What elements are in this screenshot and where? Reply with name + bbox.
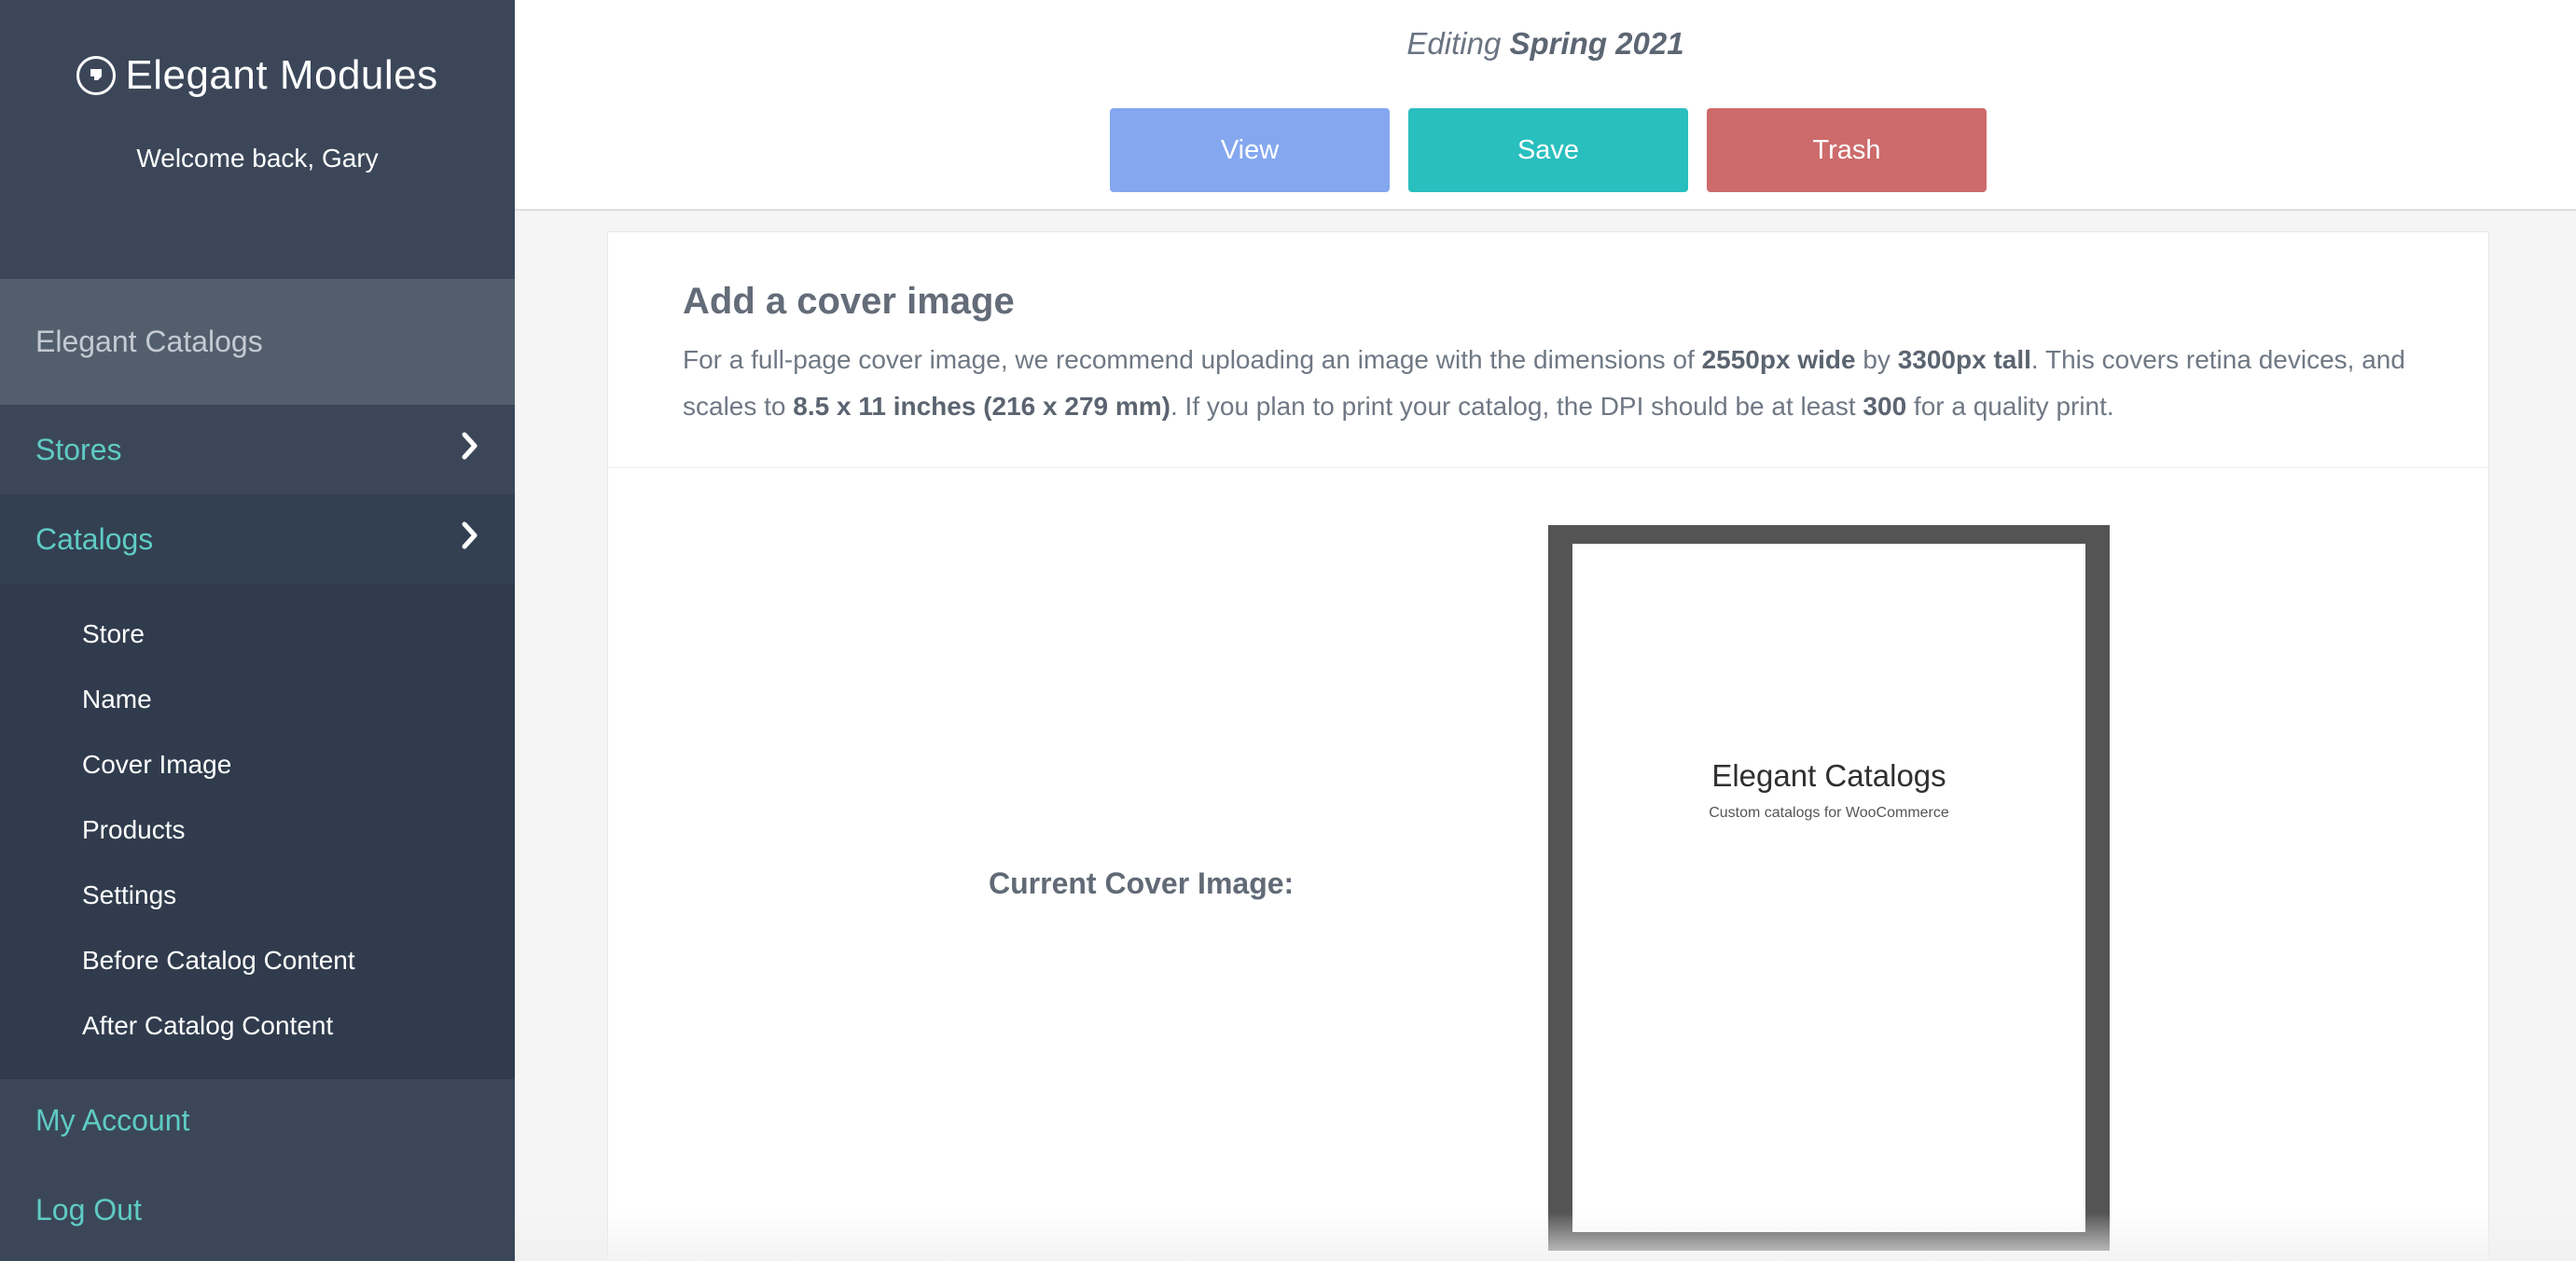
submenu-item-before-catalog-content[interactable]: Before Catalog Content: [82, 946, 355, 976]
sidebar-item-label: Stores: [35, 432, 122, 466]
catalogs-submenu: Store Name Cover Image Products Settings…: [0, 584, 515, 1079]
sidebar-item-log-out[interactable]: Log Out: [35, 1193, 142, 1227]
trash-button[interactable]: Trash: [1707, 108, 1987, 192]
submenu-item-products[interactable]: Products: [82, 815, 186, 845]
desc-size: 8.5 x 11 inches (216 x 279 mm): [793, 392, 1170, 421]
desc-text: by: [1855, 345, 1898, 374]
sidebar-item-elegant-catalogs[interactable]: Elegant Catalogs: [0, 279, 515, 405]
brand-logo-icon: [76, 56, 117, 95]
catalog-name: Spring 2021: [1509, 26, 1684, 61]
submenu-item-store[interactable]: Store: [82, 619, 145, 649]
submenu-item-after-catalog-content[interactable]: After Catalog Content: [82, 1011, 333, 1041]
sidebar-item-my-account[interactable]: My Account: [35, 1103, 189, 1138]
sidebar-item-stores[interactable]: Stores: [0, 405, 515, 494]
card-title: Add a cover image: [683, 281, 1015, 322]
card-description: For a full-page cover image, we recommen…: [683, 337, 2436, 430]
desc-text: . If you plan to print your catalog, the…: [1170, 392, 1863, 421]
desc-dpi: 300: [1863, 392, 1907, 421]
submenu-item-name[interactable]: Name: [82, 685, 152, 714]
card-header: Add a cover image For a full-page cover …: [608, 232, 2488, 468]
brand[interactable]: Elegant Modules: [0, 52, 515, 99]
editing-prefix: Editing: [1406, 26, 1502, 61]
editing-title: Editing Spring 2021: [515, 26, 2576, 62]
chevron-right-icon: [461, 431, 479, 468]
cover-preview-title: Elegant Catalogs: [1711, 758, 1946, 793]
cover-image-card: Add a cover image For a full-page cover …: [607, 231, 2489, 1261]
cover-page: Elegant Catalogs Custom catalogs for Woo…: [1572, 544, 2085, 1232]
sidebar: Elegant Modules Welcome back, Gary Elega…: [0, 0, 515, 1261]
desc-width: 2550px wide: [1701, 345, 1856, 374]
sidebar-item-catalogs[interactable]: Catalogs: [0, 494, 515, 584]
desc-text: For a full-page cover image, we recommen…: [683, 345, 1702, 374]
welcome-message: Welcome back, Gary: [136, 144, 379, 173]
desc-text: for a quality print.: [1906, 392, 2114, 421]
cover-image-preview[interactable]: Elegant Catalogs Custom catalogs for Woo…: [1548, 525, 2110, 1251]
brand-name: Elegant Modules: [125, 52, 438, 98]
view-button[interactable]: View: [1110, 108, 1390, 192]
sidebar-item-label: Catalogs: [35, 521, 154, 556]
submenu-item-cover-image[interactable]: Cover Image: [82, 750, 231, 780]
chevron-right-icon: [461, 520, 479, 558]
save-button[interactable]: Save: [1408, 108, 1688, 192]
current-cover-label: Current Cover Image:: [989, 866, 1295, 900]
desc-height: 3300px tall: [1897, 345, 2031, 374]
cover-preview-subtitle: Custom catalogs for WooCommerce: [1709, 805, 1949, 821]
editor-header: Editing Spring 2021 View Save Trash: [515, 0, 2576, 211]
submenu-item-settings[interactable]: Settings: [82, 880, 176, 910]
